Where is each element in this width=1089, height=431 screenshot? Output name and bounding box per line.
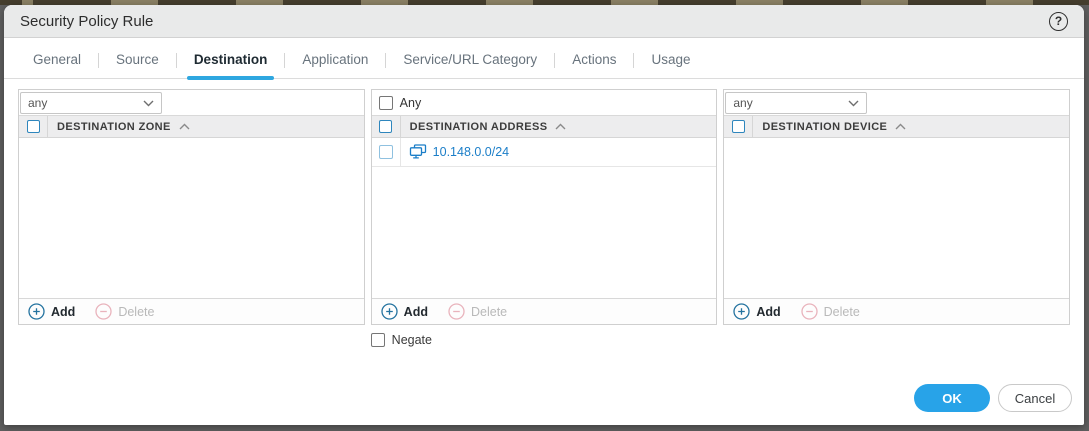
- device-filter-row: any: [724, 90, 1069, 115]
- ok-button[interactable]: OK: [914, 384, 990, 412]
- zone-type-dropdown-value: any: [28, 96, 47, 110]
- tab-separator: [98, 53, 99, 68]
- negate-checkbox[interactable]: [371, 333, 385, 347]
- negate-control: Negate: [371, 333, 718, 347]
- spacer: [723, 333, 1070, 347]
- address-select-all-checkbox[interactable]: [379, 120, 392, 133]
- device-grid-header: DESTINATION DEVICE: [724, 115, 1069, 138]
- address-list-body: 10.148.0.0/24: [372, 138, 717, 298]
- sort-ascending-icon[interactable]: [895, 123, 906, 130]
- dialog-title: Security Policy Rule: [20, 13, 153, 30]
- destination-zone-panel: any DESTINATION ZONE Add: [18, 89, 365, 325]
- device-column-header-label[interactable]: DESTINATION DEVICE: [753, 121, 887, 133]
- tab-actions[interactable]: Actions: [567, 43, 621, 78]
- security-policy-rule-dialog: Security Policy Rule ? General Source De…: [4, 5, 1084, 425]
- address-select-all-cell: [372, 116, 401, 137]
- zone-add-label: Add: [51, 305, 75, 319]
- tab-destination[interactable]: Destination: [189, 43, 273, 78]
- address-row-checkbox-cell: [372, 138, 401, 166]
- cancel-button[interactable]: Cancel: [998, 384, 1072, 412]
- tab-usage[interactable]: Usage: [646, 43, 695, 78]
- zone-delete-label: Delete: [118, 305, 154, 319]
- destination-device-panel: any DESTINATION DEVICE Ad: [723, 89, 1070, 325]
- dialog-actions: OK Cancel: [914, 384, 1072, 412]
- negate-strip: Negate: [4, 325, 1084, 347]
- zone-type-dropdown[interactable]: any: [20, 92, 162, 114]
- sort-ascending-icon[interactable]: [179, 123, 190, 130]
- chevron-down-icon: [848, 96, 859, 110]
- address-column-header-label[interactable]: DESTINATION ADDRESS: [401, 121, 548, 133]
- tab-separator: [176, 53, 177, 68]
- sort-ascending-icon[interactable]: [555, 123, 566, 130]
- device-type-dropdown-value: any: [733, 96, 752, 110]
- tab-separator: [284, 53, 285, 68]
- negate-cell: Negate: [371, 333, 718, 347]
- zone-panel-footer: Add Delete: [19, 298, 364, 324]
- zone-delete-button[interactable]: Delete: [95, 303, 154, 320]
- chevron-down-icon: [143, 96, 154, 110]
- tab-separator: [554, 53, 555, 68]
- address-link[interactable]: 10.148.0.0/24: [433, 145, 509, 159]
- device-select-all-cell: [724, 116, 753, 137]
- device-list-body: [724, 138, 1069, 298]
- device-add-label: Add: [756, 305, 780, 319]
- address-any-checkbox[interactable]: [379, 96, 393, 110]
- minus-circle-icon: [95, 303, 112, 320]
- address-add-label: Add: [404, 305, 428, 319]
- plus-circle-icon: [733, 303, 750, 320]
- zone-select-all-cell: [19, 116, 48, 137]
- negate-label: Negate: [392, 333, 432, 347]
- tab-general[interactable]: General: [28, 43, 86, 78]
- address-add-button[interactable]: Add: [381, 303, 428, 320]
- device-panel-footer: Add Delete: [724, 298, 1069, 324]
- dialog-titlebar: Security Policy Rule ?: [4, 5, 1084, 38]
- address-row[interactable]: 10.148.0.0/24: [372, 138, 717, 167]
- address-any-wrap: Any: [372, 96, 422, 110]
- minus-circle-icon: [448, 303, 465, 320]
- address-grid-header: DESTINATION ADDRESS: [372, 115, 717, 138]
- address-row-checkbox[interactable]: [379, 145, 393, 159]
- address-delete-button[interactable]: Delete: [448, 303, 507, 320]
- tab-application[interactable]: Application: [297, 43, 373, 78]
- zone-column-header-label[interactable]: DESTINATION ZONE: [48, 121, 171, 133]
- destination-address-panel: Any DESTINATION ADDRESS: [371, 89, 718, 325]
- destination-columns: any DESTINATION ZONE Add: [4, 79, 1084, 325]
- address-any-label: Any: [400, 96, 422, 110]
- device-add-button[interactable]: Add: [733, 303, 780, 320]
- device-delete-button[interactable]: Delete: [801, 303, 860, 320]
- help-icon[interactable]: ?: [1049, 12, 1068, 31]
- tab-source[interactable]: Source: [111, 43, 164, 78]
- minus-circle-icon: [801, 303, 818, 320]
- zone-filter-row: any: [19, 90, 364, 115]
- address-filter-row: Any: [372, 90, 717, 115]
- address-panel-footer: Add Delete: [372, 298, 717, 324]
- device-select-all-checkbox[interactable]: [732, 120, 745, 133]
- zone-select-all-checkbox[interactable]: [27, 120, 40, 133]
- zone-list-body: [19, 138, 364, 298]
- tab-separator: [633, 53, 634, 68]
- tabs-bar: General Source Destination Application S…: [4, 38, 1084, 79]
- tab-service-url-category[interactable]: Service/URL Category: [398, 43, 542, 78]
- address-object-icon: [409, 144, 427, 160]
- plus-circle-icon: [381, 303, 398, 320]
- tab-separator: [385, 53, 386, 68]
- device-type-dropdown[interactable]: any: [725, 92, 867, 114]
- zone-add-button[interactable]: Add: [28, 303, 75, 320]
- device-delete-label: Delete: [824, 305, 860, 319]
- zone-grid-header: DESTINATION ZONE: [19, 115, 364, 138]
- plus-circle-icon: [28, 303, 45, 320]
- spacer: [18, 333, 365, 347]
- address-delete-label: Delete: [471, 305, 507, 319]
